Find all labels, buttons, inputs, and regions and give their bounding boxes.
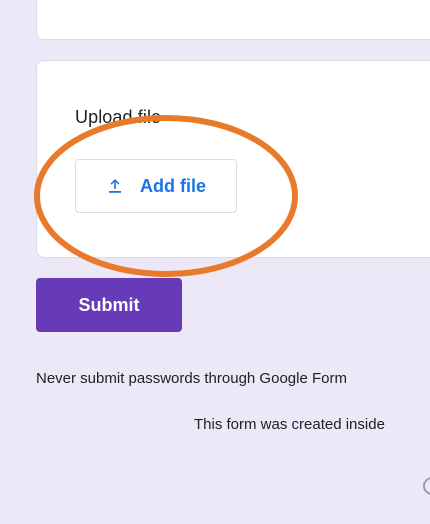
previous-question-card: [36, 0, 430, 40]
google-logo-icon: [420, 474, 430, 498]
submit-button[interactable]: Submit: [36, 278, 182, 332]
form-created-notice: This form was created inside: [194, 416, 385, 433]
form-page: Upload file Add file Submit Never submit…: [0, 0, 430, 524]
question-title: Upload file: [75, 107, 162, 127]
password-notice: Never submit passwords through Google Fo…: [36, 370, 347, 387]
add-file-label: Add file: [140, 175, 206, 196]
upload-question-card: Upload file Add file: [36, 60, 430, 258]
add-file-button[interactable]: Add file: [75, 159, 237, 213]
upload-icon: [106, 177, 124, 195]
